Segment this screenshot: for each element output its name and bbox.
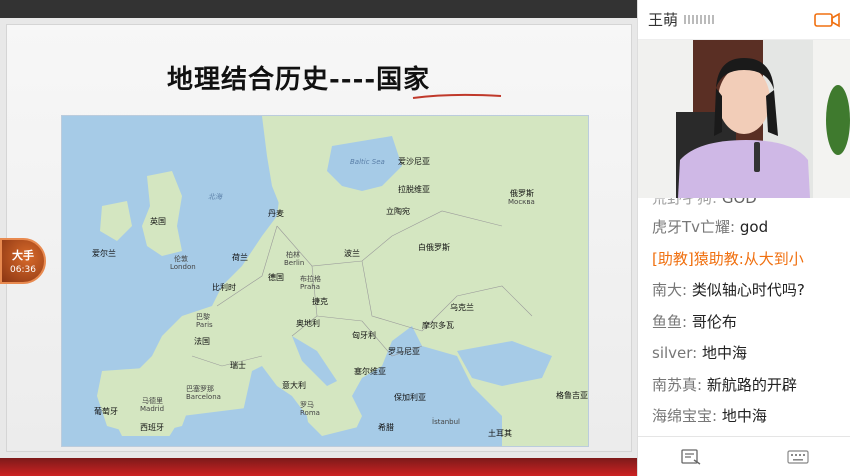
europe-map: Baltic Sea 北海 爱沙尼亚 拉脱维亚 立陶宛 俄罗斯 Москва 白… <box>61 115 589 447</box>
right-panel: 王萌 荒野孑狗: GOD 虎牙Tv亡耀: god [助教]猿助教:从大到小 南大… <box>637 0 850 476</box>
map-label-bulgaria: 保加利亚 <box>394 393 426 402</box>
map-label-georgia: 格鲁吉亚 <box>556 391 588 400</box>
camera-icon[interactable] <box>814 12 840 28</box>
slide-area: 地理结合历史----国家 Baltic Sea 北海 爱沙尼亚 拉脱维亚 立陶宛… <box>0 18 637 458</box>
map-label-poland: 波兰 <box>344 249 360 258</box>
map-label-turkey: 土耳其 <box>488 429 512 438</box>
class-timer[interactable]: 大手 06:36 <box>0 238 46 284</box>
map-label-portugal: 葡萄牙 <box>94 407 118 416</box>
timer-logo: 大手 <box>12 249 34 262</box>
map-label-moldova: 摩尔多瓦 <box>422 321 454 330</box>
map-label-lithuania: 立陶宛 <box>386 207 410 216</box>
chat-message: 虎牙Tv亡耀: god <box>652 218 769 236</box>
map-label-austria: 奥地利 <box>296 319 320 328</box>
map-label-belarus: 白俄罗斯 <box>418 243 450 252</box>
map-label-barcelona: Barcelona <box>186 393 221 401</box>
map-label-germany: 德国 <box>268 273 284 282</box>
map-label-spain: 西班牙 <box>140 423 164 432</box>
map-label-istanbul: İstanbul <box>432 418 461 426</box>
map-label-romania: 罗马尼亚 <box>388 347 420 356</box>
map-label-uk: 英国 <box>150 217 166 226</box>
chat-message-helper: [助教]猿助教:从大到小 <box>652 249 804 268</box>
map-label-switzerland: 瑞士 <box>230 361 246 370</box>
map-label-italy: 意大利 <box>282 381 306 390</box>
map-label-latvia: 拉脱维亚 <box>398 185 430 194</box>
map-label-berlin: Berlin <box>284 259 305 267</box>
chat-list[interactable]: 荒野孑狗: GOD 虎牙Tv亡耀: god [助教]猿助教:从大到小 南大: 类… <box>638 198 850 434</box>
map-label-netherlands: 荷兰 <box>232 253 248 262</box>
chat-message: 南苏真: 新航路的开辟 <box>652 375 797 394</box>
top-bar <box>0 0 637 18</box>
chat-toolbar <box>638 436 850 476</box>
classroom-app: 地理结合历史----国家 Baltic Sea 北海 爱沙尼亚 拉脱维亚 立陶宛… <box>0 0 850 476</box>
map-label-madrid: Madrid <box>140 405 165 413</box>
teacher-video <box>638 40 850 198</box>
map-label-belgium: 比利时 <box>212 283 236 292</box>
title-underline <box>412 93 502 99</box>
timer-time: 06:36 <box>10 265 36 275</box>
map-label-hungary: 匈牙利 <box>352 331 376 340</box>
teacher-header: 王萌 <box>638 0 850 40</box>
map-label-denmark: 丹麦 <box>268 209 284 218</box>
map-label-north-sea: 北海 <box>208 193 222 201</box>
map-label-moscow: Москва <box>508 198 535 206</box>
teacher-video-frame <box>638 40 850 198</box>
map-label-ireland: 爱尔兰 <box>92 249 116 258</box>
map-label-london: London <box>170 263 196 271</box>
map-label-prague: Praha <box>300 283 320 291</box>
map-label-estonia: 爱沙尼亚 <box>398 157 430 166</box>
signal-icon <box>684 15 715 24</box>
slide: 地理结合历史----国家 Baltic Sea 北海 爱沙尼亚 拉脱维亚 立陶宛… <box>6 24 632 452</box>
map-label-ukraine: 乌克兰 <box>450 303 474 312</box>
teacher-name: 王萌 <box>648 11 679 29</box>
chat-message: 南大: 类似轴心时代吗? <box>652 281 805 299</box>
map-label-paris: Paris <box>196 321 213 329</box>
chat-message: 海绵宝宝: 地中海 <box>652 407 767 425</box>
bottom-bar <box>0 458 637 476</box>
map-label-slovakia: 捷克 <box>312 297 328 306</box>
notes-icon[interactable] <box>680 448 702 466</box>
chat-message: silver: 地中海 <box>652 344 747 362</box>
map-label-france: 法国 <box>194 337 210 346</box>
chat-message: 荒野孑狗: GOD <box>652 198 757 207</box>
keyboard-icon[interactable] <box>787 448 809 466</box>
map-label-roma: Roma <box>300 409 320 417</box>
map-label-baltic-sea: Baltic Sea <box>350 158 385 166</box>
map-label-greece: 希腊 <box>378 423 394 432</box>
chat-message: 鱼鱼: 哥伦布 <box>652 312 737 331</box>
slide-title: 地理结合历史----国家 <box>167 65 431 95</box>
map-label-serbia: 塞尔维亚 <box>354 367 386 376</box>
